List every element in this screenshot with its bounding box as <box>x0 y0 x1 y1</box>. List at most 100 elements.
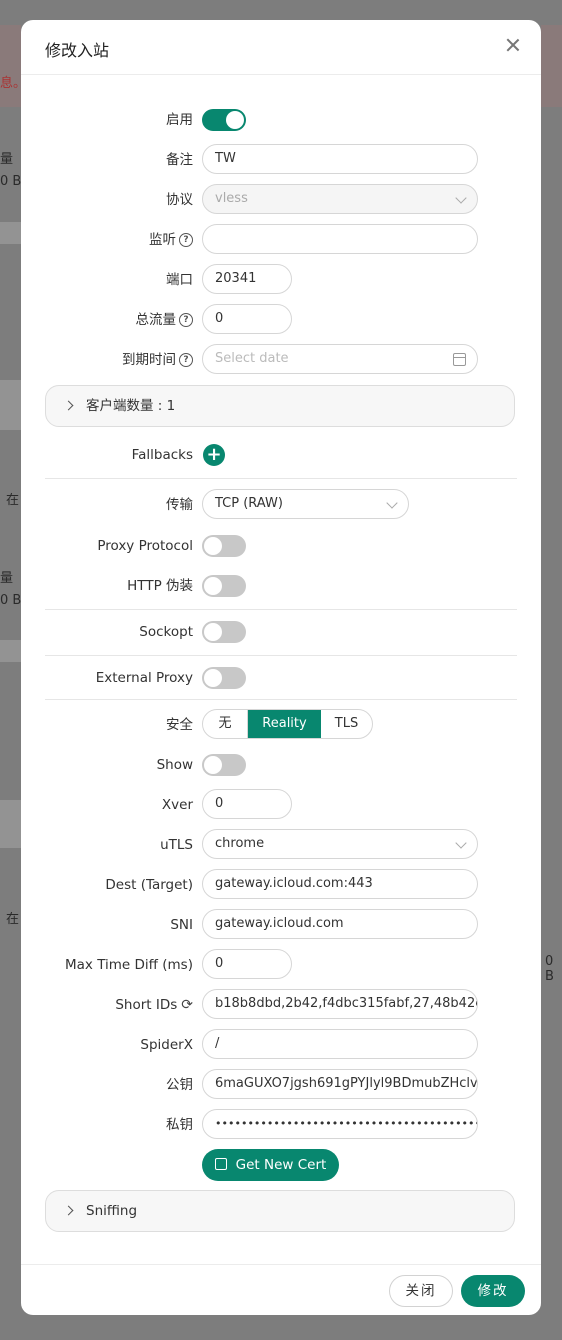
transport-row: 传输 TCP (RAW) <box>21 488 541 522</box>
dest-row: Dest (Target) gateway.icloud.com:443 <box>21 868 541 902</box>
total-traffic-input[interactable]: 0 <box>202 304 292 334</box>
utls-select[interactable]: chrome <box>202 829 478 859</box>
protocol-row: 协议 vless <box>21 183 541 217</box>
total-traffic-label: 总流量? <box>135 303 193 337</box>
get-new-cert-button[interactable]: Get New Cert <box>202 1149 339 1181</box>
private-key-row: 私钥 •••••••••••••••••••••••••••••••••••••… <box>21 1108 541 1142</box>
port-row: 端口 20341 <box>21 263 541 297</box>
external-proxy-toggle[interactable] <box>202 667 246 689</box>
private-key-input[interactable]: ••••••••••••••••••••••••••••••••••••••••… <box>202 1109 478 1139</box>
short-ids-input[interactable]: b18b8dbd,2b42,f4dbc315fabf,27,48b42c, <box>202 989 478 1019</box>
spiderx-input[interactable]: / <box>202 1029 478 1059</box>
show-toggle[interactable] <box>202 754 246 776</box>
submit-button[interactable]: 修改 <box>461 1275 525 1307</box>
refresh-icon[interactable]: ⟳ <box>181 988 193 1022</box>
background-alert <box>0 25 21 107</box>
expiry-label-text: 到期时间 <box>122 352 176 368</box>
security-segmented: 无 Reality TLS <box>202 709 373 739</box>
divider <box>45 655 517 656</box>
close-icon[interactable] <box>503 36 523 56</box>
question-circle-icon[interactable]: ? <box>179 353 193 367</box>
port-input[interactable]: 20341 <box>202 264 292 294</box>
sniffing-collapse[interactable]: Sniffing <box>45 1190 515 1232</box>
get-cert-row: Get New Cert <box>21 1149 541 1183</box>
background-strip <box>0 380 21 430</box>
public-key-row: 公钥 6maGUXO7jgsh691gPYJlyl9BDmubZHclv <box>21 1068 541 1102</box>
chevron-right-icon <box>63 400 74 411</box>
max-time-diff-label: Max Time Diff (ms) <box>65 957 193 973</box>
add-fallback-button[interactable]: + <box>203 444 225 466</box>
certificate-icon <box>214 1158 227 1170</box>
listen-row: 监听? <box>21 223 541 257</box>
enable-row: 启用 <box>21 103 541 137</box>
show-row: Show <box>21 748 541 782</box>
dest-input[interactable]: gateway.icloud.com:443 <box>202 869 478 899</box>
transport-select[interactable]: TCP (RAW) <box>202 489 409 519</box>
background-strip <box>0 640 21 662</box>
modal-title: 修改入站 <box>45 41 110 60</box>
xver-label: Xver <box>161 797 193 813</box>
security-option-tls[interactable]: TLS <box>321 710 372 738</box>
divider <box>45 699 517 700</box>
sniffing-label: Sniffing <box>86 1203 138 1219</box>
toggle-knob <box>204 577 222 595</box>
chevron-down-icon <box>455 837 467 849</box>
security-option-reality[interactable]: Reality <box>248 710 321 738</box>
total-traffic-label-text: 总流量 <box>135 312 177 328</box>
http-camouflage-row: HTTP 伪装 <box>21 569 541 603</box>
toggle-knob <box>204 756 222 774</box>
listen-input[interactable] <box>202 224 478 254</box>
chevron-right-icon <box>63 1205 74 1216</box>
external-proxy-row: External Proxy <box>21 661 541 695</box>
sni-input[interactable]: gateway.icloud.com <box>202 909 478 939</box>
xver-row: Xver 0 <box>21 788 541 822</box>
dest-label: Dest (Target) <box>105 877 193 893</box>
total-traffic-row: 总流量? 0 <box>21 303 541 337</box>
sni-row: SNI gateway.icloud.com <box>21 908 541 942</box>
remark-input[interactable]: TW <box>202 144 478 174</box>
remark-row: 备注 TW <box>21 143 541 177</box>
short-ids-label-text: Short IDs <box>115 997 178 1013</box>
sockopt-toggle[interactable] <box>202 621 246 643</box>
xver-input[interactable]: 0 <box>202 789 292 819</box>
proxy-protocol-toggle[interactable] <box>202 535 246 557</box>
http-camouflage-label: HTTP 伪装 <box>127 578 193 594</box>
enable-toggle[interactable] <box>202 109 246 131</box>
port-label: 端口 <box>166 272 193 288</box>
question-circle-icon[interactable]: ? <box>179 313 193 327</box>
spiderx-row: SpiderX / <box>21 1028 541 1062</box>
external-proxy-label: External Proxy <box>95 670 193 686</box>
background-fragment: 量 <box>0 571 14 586</box>
close-button[interactable]: 关闭 <box>389 1275 453 1307</box>
background-fragment: 0 B <box>545 954 554 984</box>
get-new-cert-label: Get New Cert <box>235 1157 327 1173</box>
listen-label-text: 监听 <box>149 232 176 248</box>
toggle-knob <box>204 623 222 641</box>
remark-label: 备注 <box>166 152 193 168</box>
calendar-icon <box>453 353 466 366</box>
public-key-label: 公钥 <box>166 1077 193 1093</box>
chevron-down-icon <box>386 497 398 509</box>
background-fragment: 在 <box>6 912 20 927</box>
question-circle-icon[interactable]: ? <box>179 233 193 247</box>
short-ids-label: Short IDs ⟳ <box>115 988 193 1022</box>
utls-label: uTLS <box>160 837 193 853</box>
fallbacks-label: Fallbacks <box>131 447 193 463</box>
protocol-select[interactable]: vless <box>202 184 478 214</box>
toggle-knob <box>204 669 222 687</box>
expiry-row: 到期时间? Select date <box>21 343 541 377</box>
clients-collapse[interactable]: 客户端数量 : 1 <box>45 385 515 427</box>
modal-header: 修改入站 <box>21 20 541 75</box>
plus-icon: + <box>206 444 222 465</box>
expiry-date-picker[interactable]: Select date <box>202 344 478 374</box>
http-camouflage-toggle[interactable] <box>202 575 246 597</box>
background-strip <box>0 800 21 848</box>
public-key-input[interactable]: 6maGUXO7jgsh691gPYJlyl9BDmubZHclv <box>202 1069 478 1099</box>
utls-value: chrome <box>215 836 265 851</box>
background-alert-right <box>541 25 562 107</box>
clients-count-label: 客户端数量 : 1 <box>86 398 176 414</box>
max-time-diff-input[interactable]: 0 <box>202 949 292 979</box>
chevron-down-icon <box>455 192 467 204</box>
fallbacks-row: Fallbacks + <box>21 438 541 472</box>
security-option-none[interactable]: 无 <box>203 710 248 738</box>
